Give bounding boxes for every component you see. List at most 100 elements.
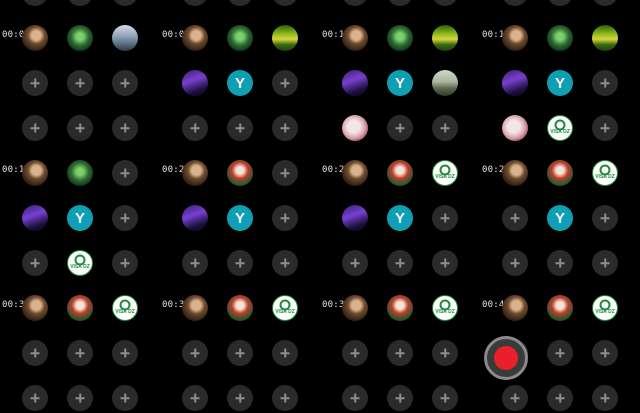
avatar-visa-dz[interactable]: VISA DZ (112, 295, 138, 321)
add-participant-button[interactable] (547, 340, 573, 366)
add-participant-button[interactable] (272, 115, 298, 141)
avatar-photo[interactable] (342, 295, 368, 321)
add-participant-button[interactable] (592, 205, 618, 231)
avatar-photo[interactable] (432, 25, 458, 51)
avatar-photo[interactable] (182, 160, 208, 186)
avatar-photo[interactable] (387, 295, 413, 321)
avatar-photo[interactable] (112, 25, 138, 51)
avatar-photo[interactable] (342, 205, 368, 231)
avatar-photo[interactable] (502, 70, 528, 96)
avatar-photo[interactable] (387, 25, 413, 51)
avatar-letter[interactable]: Y (387, 205, 413, 231)
add-participant-button[interactable] (342, 0, 368, 6)
add-participant-button[interactable] (22, 340, 48, 366)
avatar-photo[interactable] (342, 70, 368, 96)
avatar-photo[interactable] (227, 160, 253, 186)
add-participant-button[interactable] (272, 0, 298, 6)
add-participant-button[interactable] (67, 115, 93, 141)
add-participant-button[interactable] (227, 385, 253, 411)
add-participant-button[interactable] (182, 115, 208, 141)
add-participant-button[interactable] (387, 250, 413, 276)
avatar-photo[interactable] (592, 25, 618, 51)
avatar-photo[interactable] (67, 25, 93, 51)
add-participant-button[interactable] (272, 385, 298, 411)
avatar-photo[interactable] (387, 160, 413, 186)
add-participant-button[interactable] (272, 70, 298, 96)
add-participant-button[interactable] (22, 250, 48, 276)
avatar-photo[interactable] (182, 25, 208, 51)
avatar-photo[interactable] (432, 70, 458, 96)
add-participant-button[interactable] (342, 385, 368, 411)
add-participant-button[interactable] (182, 250, 208, 276)
add-participant-button[interactable] (22, 385, 48, 411)
add-participant-button[interactable] (22, 0, 48, 6)
avatar-letter[interactable]: Y (67, 205, 93, 231)
add-participant-button[interactable] (592, 70, 618, 96)
avatar-photo[interactable] (502, 25, 528, 51)
avatar-visa-dz[interactable]: VISA DZ (272, 295, 298, 321)
add-participant-button[interactable] (227, 115, 253, 141)
avatar-photo[interactable] (502, 115, 528, 141)
add-participant-button[interactable] (592, 340, 618, 366)
avatar-letter[interactable]: Y (227, 70, 253, 96)
avatar-photo[interactable] (22, 205, 48, 231)
add-participant-button[interactable] (112, 160, 138, 186)
add-participant-button[interactable] (182, 385, 208, 411)
add-participant-button[interactable] (112, 0, 138, 6)
add-participant-button[interactable] (432, 385, 458, 411)
avatar-photo[interactable] (342, 115, 368, 141)
avatar-photo[interactable] (182, 70, 208, 96)
add-participant-button[interactable] (272, 160, 298, 186)
add-participant-button[interactable] (272, 340, 298, 366)
add-participant-button[interactable] (112, 250, 138, 276)
avatar-photo[interactable] (342, 25, 368, 51)
add-participant-button[interactable] (112, 205, 138, 231)
add-participant-button[interactable] (112, 70, 138, 96)
add-participant-button[interactable] (342, 340, 368, 366)
add-participant-button[interactable] (432, 115, 458, 141)
avatar-letter[interactable]: Y (547, 70, 573, 96)
add-participant-button[interactable] (112, 340, 138, 366)
avatar-photo[interactable] (547, 160, 573, 186)
avatar-photo[interactable] (22, 25, 48, 51)
avatar-photo[interactable] (227, 25, 253, 51)
add-participant-button[interactable] (387, 340, 413, 366)
add-participant-button[interactable] (432, 340, 458, 366)
avatar-letter[interactable]: Y (547, 205, 573, 231)
add-participant-button[interactable] (592, 385, 618, 411)
avatar-photo[interactable] (22, 160, 48, 186)
add-participant-button[interactable] (387, 115, 413, 141)
add-participant-button[interactable] (112, 115, 138, 141)
avatar-visa-dz[interactable]: VISA DZ (592, 160, 618, 186)
add-participant-button[interactable] (387, 0, 413, 6)
add-participant-button[interactable] (502, 250, 528, 276)
add-participant-button[interactable] (502, 0, 528, 6)
avatar-photo[interactable] (67, 160, 93, 186)
avatar-photo[interactable] (272, 25, 298, 51)
add-participant-button[interactable] (182, 340, 208, 366)
avatar-photo[interactable] (502, 160, 528, 186)
add-participant-button[interactable] (67, 0, 93, 6)
avatar-photo[interactable] (547, 25, 573, 51)
avatar-visa-dz[interactable]: VISA DZ (547, 115, 573, 141)
record-button[interactable] (484, 336, 528, 380)
add-participant-button[interactable] (227, 250, 253, 276)
avatar-photo[interactable] (342, 160, 368, 186)
add-participant-button[interactable] (67, 340, 93, 366)
add-participant-button[interactable] (342, 250, 368, 276)
add-participant-button[interactable] (227, 340, 253, 366)
avatar-visa-dz[interactable]: VISA DZ (592, 295, 618, 321)
add-participant-button[interactable] (502, 385, 528, 411)
add-participant-button[interactable] (432, 250, 458, 276)
avatar-photo[interactable] (67, 295, 93, 321)
avatar-visa-dz[interactable]: VISA DZ (432, 295, 458, 321)
add-participant-button[interactable] (592, 250, 618, 276)
add-participant-button[interactable] (112, 385, 138, 411)
avatar-photo[interactable] (547, 295, 573, 321)
add-participant-button[interactable] (67, 385, 93, 411)
avatar-photo[interactable] (182, 205, 208, 231)
avatar-photo[interactable] (22, 295, 48, 321)
avatar-letter[interactable]: Y (227, 205, 253, 231)
add-participant-button[interactable] (547, 385, 573, 411)
add-participant-button[interactable] (272, 205, 298, 231)
